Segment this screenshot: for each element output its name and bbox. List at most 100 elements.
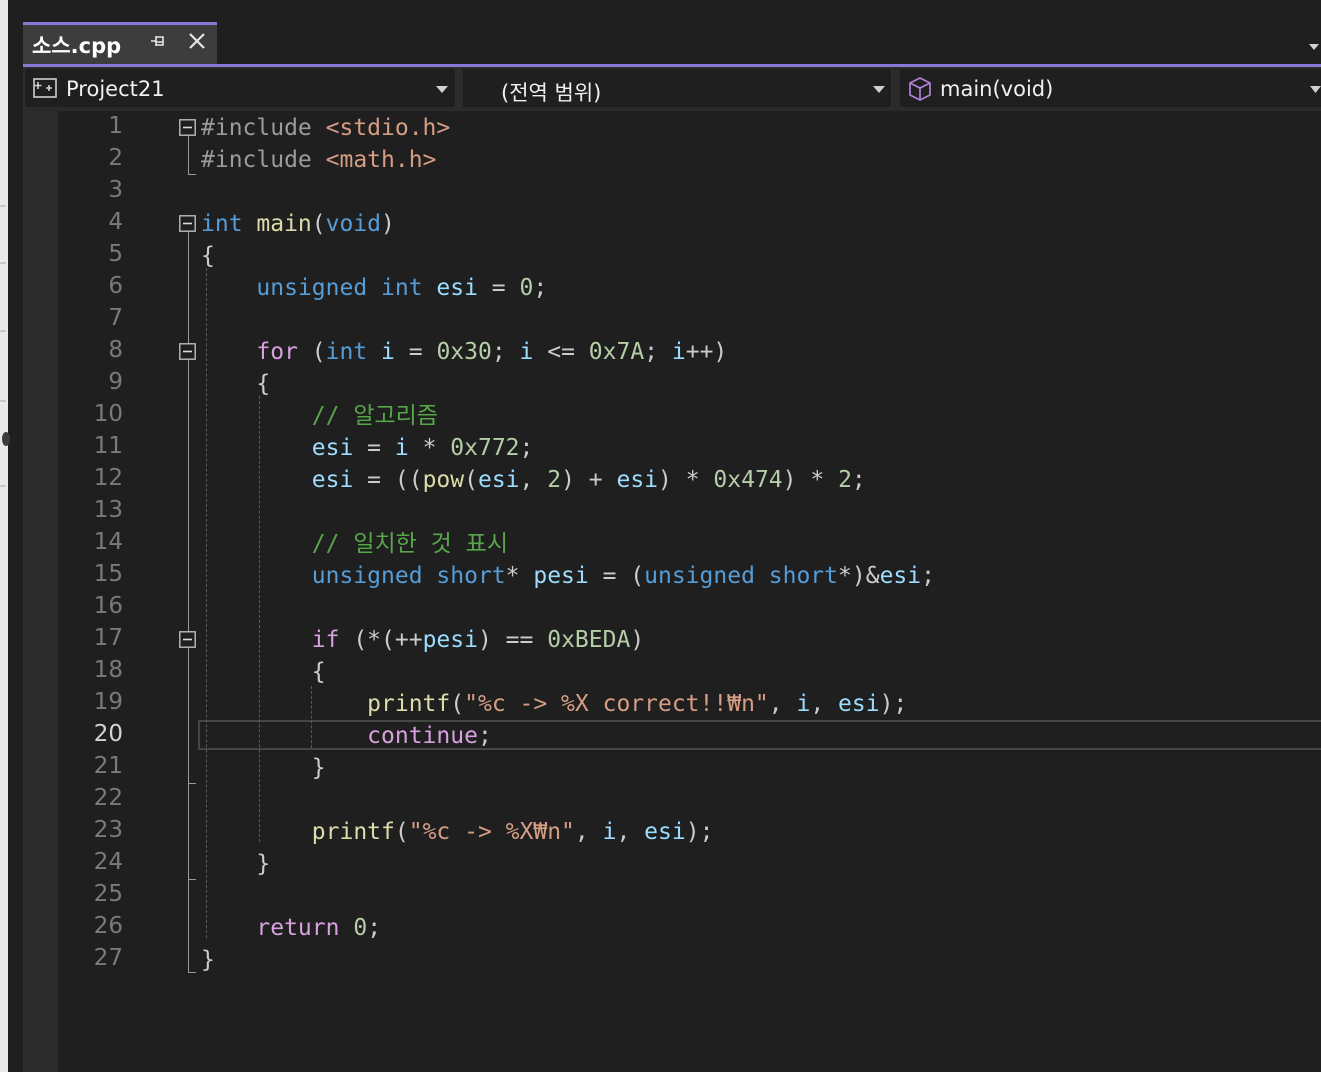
line-number: 21 <box>93 753 123 779</box>
code-token: pow <box>422 467 465 493</box>
code-token: printf <box>311 819 395 845</box>
line-number: 3 <box>108 177 123 203</box>
project-dropdown[interactable]: Project21 <box>25 69 455 107</box>
code-token: esi <box>477 467 520 493</box>
code-token: } <box>311 755 326 781</box>
code-line[interactable]: return 0; <box>201 912 381 944</box>
code-line[interactable]: printf("%c -> %X₩n", i, esi); <box>201 816 714 848</box>
code-token: * <box>408 435 451 461</box>
code-line[interactable]: esi = i * 0x772; <box>201 432 534 464</box>
code-line[interactable]: // 일치한 것 표시 <box>201 528 508 560</box>
tab-source-cpp[interactable]: 소스.cpp <box>23 22 217 65</box>
code-line[interactable]: } <box>201 944 215 976</box>
code-line[interactable]: printf("%c -> %X correct!!₩n", i, esi); <box>201 688 907 720</box>
code-token: pesi <box>422 627 478 653</box>
code-line[interactable]: esi = ((pow(esi, 2) + esi) * 0x474) * 2; <box>201 464 866 496</box>
scope-dropdown[interactable]: (전역 범위) <box>463 69 891 107</box>
line-number: 23 <box>93 817 123 843</box>
collapse-icon[interactable] <box>179 631 196 648</box>
collapse-icon[interactable] <box>179 343 196 360</box>
code-token: = <box>394 339 437 365</box>
code-line[interactable]: continue; <box>201 720 492 752</box>
code-line[interactable]: if (*(++pesi) == 0xBEDA) <box>201 624 644 656</box>
code-line[interactable]: for (int i = 0x30; i <= 0x7A; i++) <box>201 336 727 368</box>
code-token: esi <box>436 275 478 301</box>
code-token: ( <box>311 339 326 365</box>
line-number: 19 <box>93 689 123 715</box>
code-token: #include <box>201 115 326 141</box>
line-number: 12 <box>93 465 123 491</box>
code-line[interactable]: int main(void) <box>201 208 395 240</box>
code-token: ; <box>519 435 534 461</box>
code-token: 0x30 <box>436 339 492 365</box>
code-token: { <box>256 371 271 397</box>
navigation-bar: Project21 (전역 범위) main(void) <box>23 67 1321 111</box>
code-token: ( <box>450 691 465 717</box>
code-line[interactable]: // 알고리즘 <box>201 400 438 432</box>
code-line[interactable]: unsigned int esi = 0; <box>201 272 547 304</box>
document-tab-bar: 소스.cpp <box>8 0 1321 65</box>
code-token: ) <box>630 627 645 653</box>
code-token: return <box>256 915 354 941</box>
tab-overflow-chevron-icon[interactable] <box>1309 44 1319 50</box>
code-line[interactable]: { <box>201 240 215 272</box>
code-token: unsigned <box>256 275 382 301</box>
line-number: 6 <box>108 273 123 299</box>
code-token: "%c -> %X₩n" <box>408 819 575 845</box>
scope-label: (전역 범위) <box>501 81 602 105</box>
line-number: 15 <box>93 561 123 587</box>
code-token: void <box>325 211 382 237</box>
close-icon[interactable] <box>186 30 208 52</box>
code-token: short <box>436 563 506 589</box>
collapse-icon[interactable] <box>179 119 196 136</box>
member-dropdown[interactable]: main(void) <box>900 69 1321 107</box>
code-token: int <box>201 211 257 237</box>
chevron-down-icon <box>436 86 448 93</box>
code-token: 0x7A <box>588 339 645 365</box>
code-token: ); <box>879 691 908 717</box>
code-token: (*(++ <box>353 627 423 653</box>
code-token: = ( <box>588 563 645 589</box>
line-number: 13 <box>93 497 123 523</box>
code-line[interactable]: } <box>201 848 270 880</box>
code-line[interactable]: { <box>201 656 326 688</box>
code-token: i <box>671 339 686 365</box>
code-token: short <box>768 563 839 589</box>
code-line[interactable]: } <box>201 752 326 784</box>
code-token: main <box>256 211 312 237</box>
collapse-icon[interactable] <box>179 215 196 232</box>
code-token: <math.h> <box>325 147 437 173</box>
code-token: esi <box>311 467 354 493</box>
code-token: ; <box>921 563 935 589</box>
code-line[interactable]: { <box>201 368 270 400</box>
code-token: if <box>311 627 354 653</box>
tab-title: 소스.cpp <box>32 34 122 58</box>
line-number: 9 <box>108 369 123 395</box>
code-line[interactable]: #include <math.h> <box>201 144 436 176</box>
code-token: // 알고리즘 <box>311 403 438 429</box>
code-token: int <box>381 275 437 301</box>
line-number: 5 <box>108 241 123 267</box>
code-line[interactable]: unsigned short* pesi = (unsigned short*)… <box>201 560 935 592</box>
pin-icon[interactable] <box>148 31 168 51</box>
code-token: , <box>574 819 603 845</box>
line-number: 11 <box>93 433 123 459</box>
code-token: unsigned <box>311 563 437 589</box>
line-number: 17 <box>93 625 123 651</box>
code-token: 2 <box>838 467 852 493</box>
code-token: i <box>381 339 395 365</box>
line-number: 14 <box>93 529 123 555</box>
code-token: <= <box>533 339 589 365</box>
code-line[interactable]: #include <stdio.h> <box>201 112 450 144</box>
code-token: int <box>325 339 382 365</box>
code-token: ; <box>644 339 672 365</box>
